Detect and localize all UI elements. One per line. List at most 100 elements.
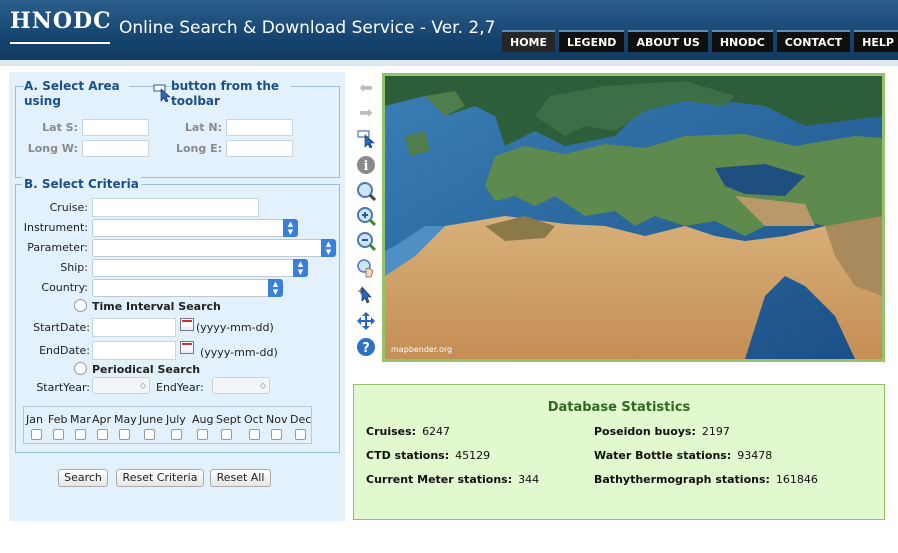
month-checkbox-may[interactable] — [119, 429, 130, 440]
start-date-format: (yyyy-mm-dd) — [196, 321, 274, 334]
nav-contact[interactable]: CONTACT — [776, 30, 851, 52]
stat-poseidon: Poseidon buoys: 2197 — [594, 425, 730, 438]
ship-select[interactable]: ▲ ▼ — [92, 259, 308, 277]
long-e-input[interactable] — [226, 140, 293, 157]
lat-s-input[interactable] — [82, 119, 149, 136]
select-area-icon[interactable] — [355, 128, 377, 149]
month-label-july: July — [166, 413, 186, 426]
month-label-nov: Nov — [266, 413, 288, 426]
stat-current-meter: Current Meter stations: 344 — [366, 473, 539, 486]
lat-n-label: Lat N: — [184, 121, 222, 134]
cruise-input[interactable] — [92, 198, 259, 217]
zoom-out-icon[interactable] — [355, 231, 377, 252]
parameter-select[interactable]: ▲ ▼ — [92, 239, 336, 257]
lat-n-input[interactable] — [226, 119, 293, 136]
calendar-icon[interactable] — [180, 341, 194, 354]
periodical-label: Periodical Search — [92, 363, 201, 376]
stat-cruises-label: Cruises: — [366, 425, 417, 438]
long-e-label: Long E: — [175, 142, 222, 155]
forward-arrow-icon[interactable]: ➡ — [355, 103, 377, 123]
month-checkbox-july[interactable] — [171, 429, 182, 440]
stat-water-bottle-value: 93478 — [737, 449, 773, 462]
select-area-fieldset: A. Select Area using button from the too… — [15, 79, 340, 178]
country-select[interactable]: ▲ ▼ — [92, 279, 283, 297]
app-title: Online Search & Download Service - Ver. … — [119, 18, 496, 38]
zoom-in-icon[interactable] — [355, 206, 377, 227]
stat-bathythermograph: Bathythermograph stations: 161846 — [594, 473, 818, 486]
stat-water-bottle-label: Water Bottle stations: — [594, 449, 732, 462]
month-label-mar: Mar — [70, 413, 91, 426]
map-toolbar: ⬅ ➡ i ? — [353, 78, 379, 363]
month-checkbox-mar[interactable] — [75, 429, 86, 440]
nav-legend[interactable]: LEGEND — [559, 30, 625, 52]
time-interval-radio[interactable] — [74, 299, 87, 312]
month-label-june: June — [139, 413, 163, 426]
stat-bathythermograph-value: 161846 — [775, 473, 818, 486]
month-checkbox-oct[interactable] — [249, 429, 260, 440]
start-date-input[interactable] — [92, 318, 176, 337]
back-arrow-icon[interactable]: ⬅ — [355, 78, 377, 98]
help-icon[interactable]: ? — [355, 337, 377, 357]
country-label: Country: — [41, 281, 88, 294]
month-checkbox-apr[interactable] — [97, 429, 108, 440]
reset-all-button[interactable]: Reset All — [210, 469, 271, 487]
months-box: Jan Feb Mar Apr May June July Aug Sept Oct Nov Dec — [23, 406, 312, 444]
criteria-legend: B. Select Criteria — [22, 177, 141, 191]
search-panel: A. Select Area using button from the too… — [9, 72, 345, 521]
month-label-feb: Feb — [48, 413, 68, 426]
end-date-input[interactable] — [92, 341, 176, 360]
info-icon[interactable]: i — [355, 155, 377, 175]
month-checkbox-feb[interactable] — [53, 429, 64, 440]
time-interval-label: Time Interval Search — [92, 300, 221, 313]
main-nav: HOME LEGEND ABOUT US HNODC CONTACT HELP — [502, 30, 898, 52]
month-checkbox-nov[interactable] — [271, 429, 282, 440]
pointer-icon[interactable] — [355, 285, 377, 305]
map-credit: mapbender.org — [391, 345, 452, 354]
nav-home[interactable]: HOME — [502, 30, 556, 52]
calendar-icon[interactable] — [180, 318, 194, 331]
pan-hand-icon[interactable] — [355, 258, 377, 278]
month-label-oct: Oct — [244, 413, 264, 426]
svg-text:?: ? — [362, 341, 370, 356]
month-checkbox-dec[interactable] — [295, 429, 306, 440]
nav-hnodc[interactable]: HNODC — [711, 30, 773, 52]
month-checkbox-aug[interactable] — [197, 429, 208, 440]
reset-criteria-button[interactable]: Reset Criteria — [116, 469, 204, 487]
zoom-full-icon[interactable] — [355, 181, 377, 202]
month-label-sept: Sept — [216, 413, 242, 426]
start-year-select[interactable]: ◇ — [92, 377, 150, 394]
parameter-label: Parameter: — [27, 241, 88, 254]
move-cross-icon[interactable] — [355, 311, 377, 331]
map-image: mapbender.org — [385, 76, 882, 359]
hnodc-logo[interactable]: HNODC — [10, 8, 111, 44]
select-arrows-icon: ▲ ▼ — [283, 219, 298, 237]
long-w-input[interactable] — [82, 140, 149, 157]
header: HNODC Online Search & Download Service -… — [0, 0, 898, 60]
month-checkbox-jan[interactable] — [31, 429, 42, 440]
month-checkbox-june[interactable] — [144, 429, 155, 440]
start-date-label: StartDate: — [33, 321, 90, 334]
month-label-dec: Dec — [290, 413, 312, 426]
nav-help[interactable]: HELP — [854, 30, 898, 52]
select-arrows-icon: ▲ ▼ — [268, 279, 283, 297]
stat-ctd-value: 45129 — [455, 449, 491, 462]
lat-s-label: Lat S: — [42, 121, 78, 134]
periodical-radio[interactable] — [74, 362, 87, 375]
area-legend: A. Select Area using — [24, 79, 129, 109]
month-label-jan: Jan — [26, 413, 43, 426]
end-year-select[interactable]: ◇ — [212, 377, 270, 394]
search-button[interactable]: Search — [58, 469, 108, 487]
map-view[interactable]: mapbender.org — [382, 73, 885, 362]
end-date-format: (yyyy-mm-dd) — [200, 346, 278, 359]
select-arrows-icon: ▲ ▼ — [321, 239, 336, 257]
database-statistics-panel: Database Statistics Cruises: 6247 Poseido… — [353, 384, 885, 520]
stat-bathythermograph-label: Bathythermograph stations: — [594, 473, 770, 486]
stat-poseidon-value: 2197 — [701, 425, 730, 438]
start-year-label: StartYear: — [36, 381, 90, 394]
area-legend-suffix: button from the toolbar — [171, 79, 291, 109]
stat-current-meter-label: Current Meter stations: — [366, 473, 513, 486]
instrument-select[interactable]: ▲ ▼ — [92, 219, 298, 237]
month-checkbox-sept[interactable] — [221, 429, 232, 440]
header-stripe — [0, 60, 898, 66]
nav-about-us[interactable]: ABOUT US — [628, 30, 708, 52]
